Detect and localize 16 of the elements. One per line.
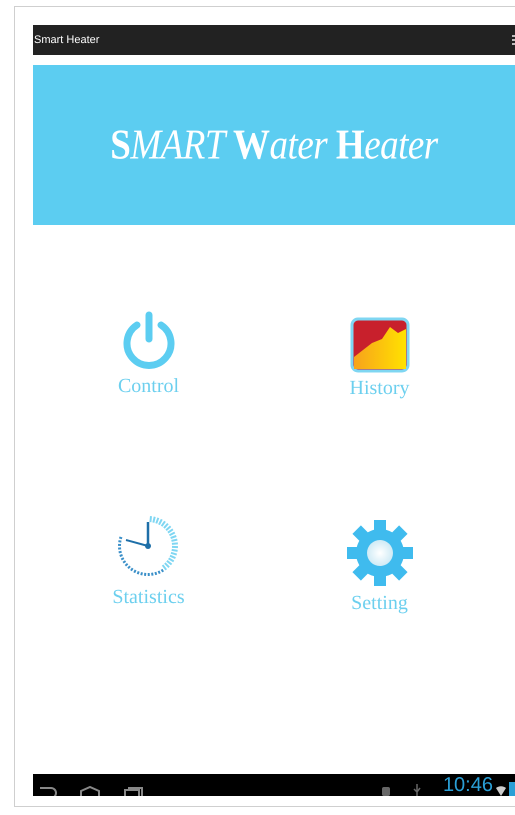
recent-apps-icon[interactable] (123, 786, 143, 796)
overflow-menu-icon[interactable] (512, 35, 515, 45)
clock-time: 10:46 (442, 774, 493, 796)
menu-tile[interactable]: History (346, 313, 414, 404)
wifi-icon (496, 784, 506, 796)
banner-title: SMART Water Heater (110, 120, 438, 170)
battery-icon (509, 782, 515, 796)
menu-tile[interactable]: Setting (340, 514, 418, 618)
home-icon[interactable] (79, 786, 101, 796)
back-icon[interactable] (37, 786, 57, 796)
gear-icon (344, 518, 414, 588)
area-chart-icon (350, 317, 410, 373)
menu-tile[interactable]: Statistics (108, 506, 189, 612)
usb-icon (412, 784, 421, 796)
app-title: Smart Heater (34, 34, 100, 46)
menu-tile[interactable]: Control (114, 305, 184, 402)
